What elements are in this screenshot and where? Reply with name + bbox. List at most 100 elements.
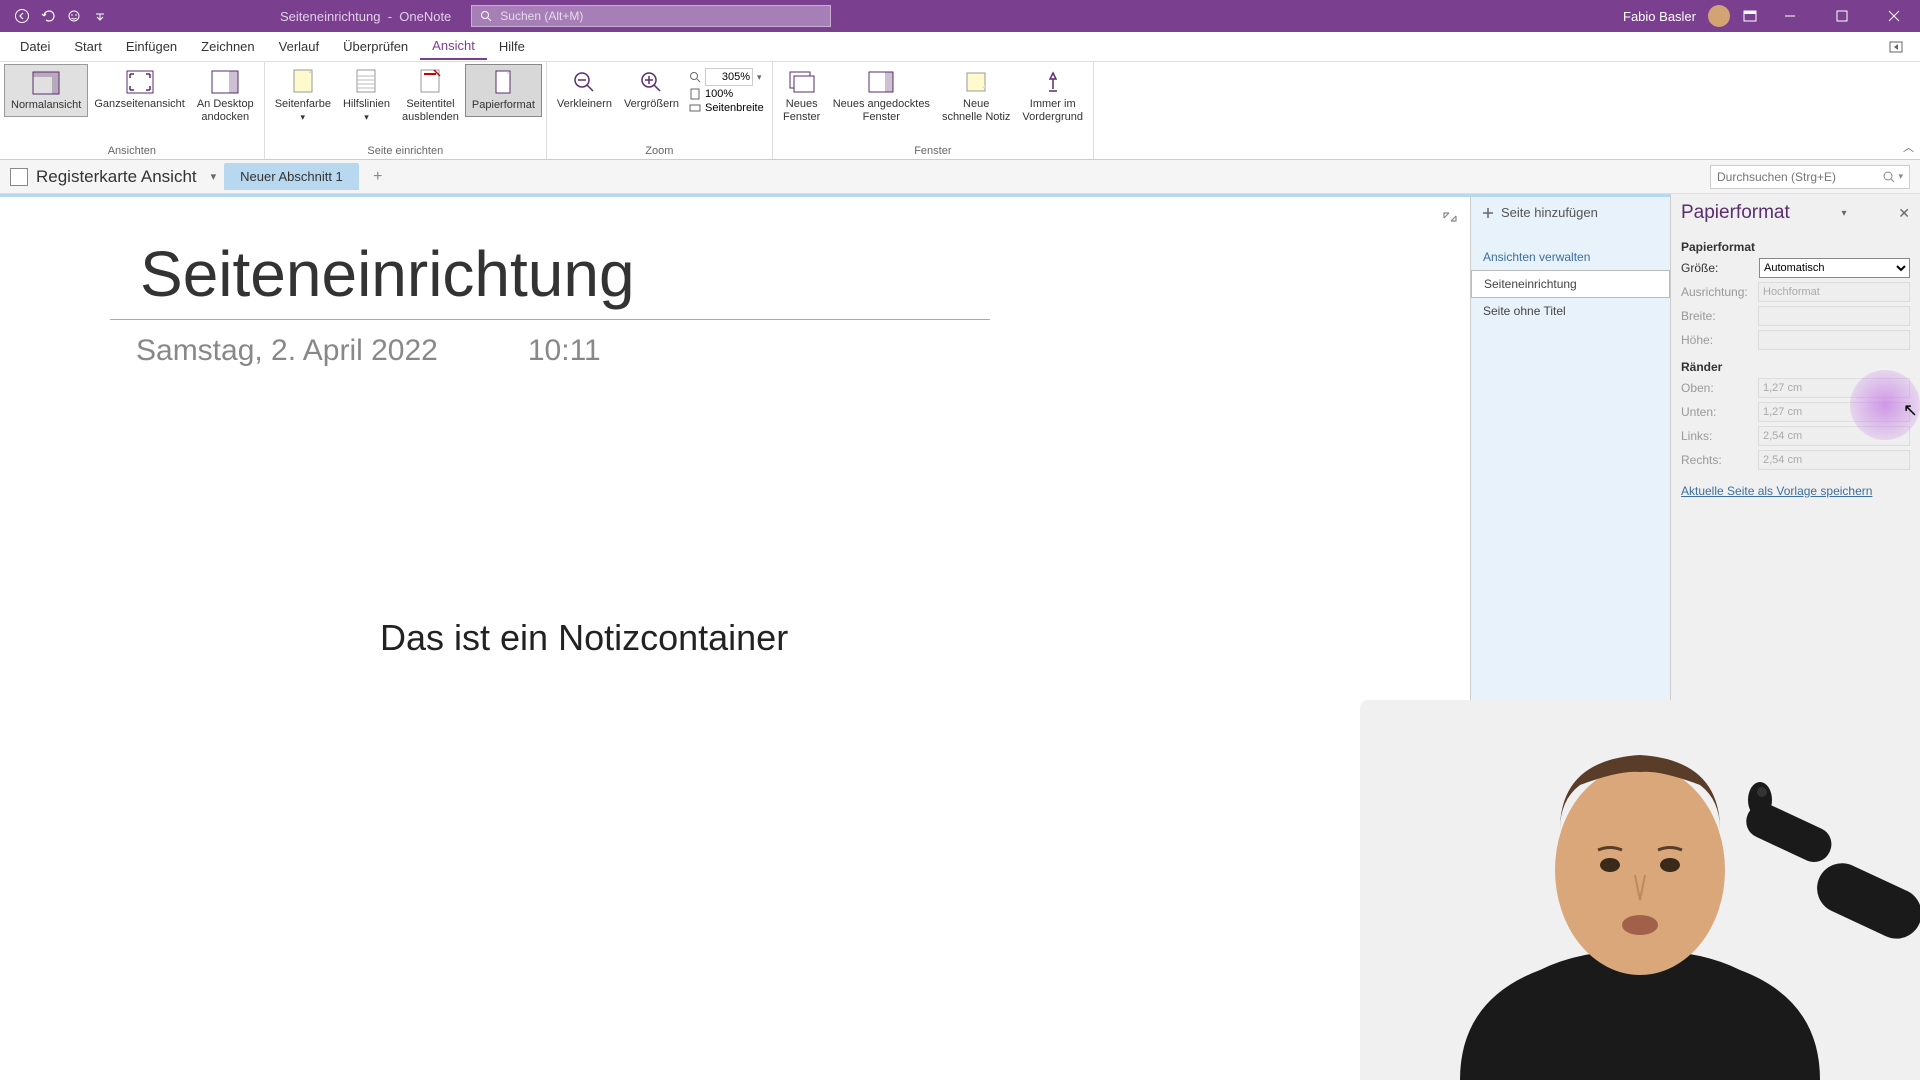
chevron-down-icon[interactable]: ▾	[1898, 171, 1903, 182]
undo-icon[interactable]	[40, 8, 56, 24]
document-title: Seiteneinrichtung - OneNote	[280, 9, 451, 24]
immer-im-vordergrund-button[interactable]: Immer im Vordergrund	[1016, 64, 1089, 128]
neue-schnelle-notiz-button[interactable]: Neue schnelle Notiz	[936, 64, 1016, 128]
zoom-100-button[interactable]: 100%	[689, 88, 764, 100]
add-section-button[interactable]: +	[367, 166, 389, 188]
plus-icon	[1481, 206, 1495, 220]
titlebar-center: Seiteneinrichtung - OneNote	[280, 5, 1180, 27]
share-button[interactable]	[1880, 35, 1912, 59]
width-input	[1758, 306, 1910, 326]
zoom-value-row[interactable]: ▾	[689, 68, 764, 86]
save-template-link[interactable]: Aktuelle Seite als Vorlage speichern	[1681, 484, 1910, 498]
paper-size-icon	[487, 69, 519, 97]
customize-qat-icon[interactable]	[92, 8, 108, 24]
menu-einfuegen[interactable]: Einfügen	[114, 34, 189, 59]
webcam-overlay	[1360, 700, 1920, 1080]
zoom-in-icon	[635, 68, 667, 96]
title-underline	[110, 319, 990, 320]
dock-icon	[209, 68, 241, 96]
right-input	[1758, 450, 1910, 470]
docked-window-icon	[865, 68, 897, 96]
search-input[interactable]	[500, 9, 822, 23]
dock-desktop-button[interactable]: An Desktop andocken	[191, 64, 260, 128]
notebook-name[interactable]: Registerkarte Ansicht	[36, 167, 203, 187]
bottom-label: Unten:	[1681, 405, 1758, 419]
ganzseitenansicht-button[interactable]: Ganzseitenansicht	[88, 64, 191, 115]
chevron-down-icon[interactable]: ▾	[757, 72, 762, 83]
orientation-label: Ausrichtung:	[1681, 285, 1758, 299]
date-time: Samstag, 2. April 2022 10:11	[136, 334, 1470, 368]
user-name[interactable]: Fabio Basler	[1623, 9, 1696, 24]
close-button[interactable]	[1874, 0, 1914, 32]
note-container[interactable]: Das ist ein Notizcontainer	[380, 617, 788, 659]
hide-title-icon	[414, 68, 446, 96]
notebook-dropdown-icon[interactable]: ▾	[211, 170, 217, 183]
page-item-seiteneinrichtung[interactable]: Seiteneinrichtung	[1471, 270, 1670, 298]
page-item-ansichten-verwalten[interactable]: Ansichten verwalten	[1471, 244, 1670, 270]
page-time[interactable]: 10:11	[528, 334, 601, 368]
neues-angedocktes-fenster-button[interactable]: Neues angedocktes Fenster	[827, 64, 936, 128]
zoom-width-button[interactable]: Seitenbreite	[689, 102, 764, 114]
canvas[interactable]: Seiteneinrichtung Samstag, 2. April 2022…	[0, 194, 1470, 1080]
pane-section-papierformat: Papierformat	[1681, 240, 1910, 254]
verkleinern-button[interactable]: Verkleinern	[551, 64, 618, 115]
menubar: Datei Start Einfügen Zeichnen Verlauf Üb…	[0, 32, 1920, 62]
titlebar: Seiteneinrichtung - OneNote Fabio Basler	[0, 0, 1920, 32]
expand-icon[interactable]	[1442, 209, 1458, 225]
section-tab[interactable]: Neuer Abschnitt 1	[224, 163, 359, 190]
papierformat-button[interactable]: Papierformat	[465, 64, 542, 117]
seitentitel-ausblenden-button[interactable]: Seitentitel ausblenden	[396, 64, 465, 128]
page-color-icon	[287, 68, 319, 96]
always-on-top-icon	[1037, 68, 1069, 96]
avatar[interactable]	[1708, 5, 1730, 27]
normalansicht-button[interactable]: Normalansicht	[4, 64, 88, 117]
hilfslinien-button[interactable]: Hilfslinien▾	[337, 64, 396, 128]
page-item-seite-ohne-titel[interactable]: Seite ohne Titel	[1471, 298, 1670, 324]
titlebar-right: Fabio Basler	[1623, 0, 1920, 32]
pane-section-raender: Ränder	[1681, 360, 1910, 374]
menu-hilfe[interactable]: Hilfe	[487, 34, 537, 59]
notebook-search-input[interactable]	[1717, 170, 1882, 184]
page-icon	[689, 88, 701, 100]
search-icon	[480, 10, 492, 22]
menu-verlauf[interactable]: Verlauf	[267, 34, 331, 59]
tabbar: Registerkarte Ansicht ▾ Neuer Abschnitt …	[0, 160, 1920, 194]
zoom-icon	[689, 71, 701, 83]
search-box[interactable]	[471, 5, 831, 27]
menu-ansicht[interactable]: Ansicht	[420, 33, 487, 60]
normal-view-icon	[30, 69, 62, 97]
new-window-icon	[786, 68, 818, 96]
menu-datei[interactable]: Datei	[8, 34, 62, 59]
vergroessern-button[interactable]: Vergrößern	[618, 64, 685, 115]
notebook-search[interactable]: ▾	[1710, 165, 1910, 189]
zoom-input[interactable]	[705, 68, 753, 86]
neues-fenster-button[interactable]: Neues Fenster	[777, 64, 827, 128]
pane-close-icon[interactable]: ✕	[1898, 205, 1910, 222]
maximize-button[interactable]	[1822, 0, 1862, 32]
width-label: Breite:	[1681, 309, 1758, 323]
page-title[interactable]: Seiteneinrichtung	[140, 237, 1470, 311]
left-label: Links:	[1681, 429, 1758, 443]
ribbon: Normalansicht Ganzseitenansicht An Deskt…	[0, 62, 1920, 160]
pane-dropdown-icon[interactable]: ▾	[1842, 208, 1847, 219]
menu-zeichnen[interactable]: Zeichnen	[189, 34, 266, 59]
touch-icon[interactable]	[66, 8, 82, 24]
menu-start[interactable]: Start	[62, 34, 113, 59]
rule-lines-icon	[350, 68, 382, 96]
minimize-button[interactable]	[1770, 0, 1810, 32]
zoom-out-icon	[568, 68, 600, 96]
back-icon[interactable]	[14, 8, 30, 24]
menu-ueberpruefen[interactable]: Überprüfen	[331, 34, 420, 59]
bottom-input	[1758, 402, 1910, 422]
quick-note-icon	[960, 68, 992, 96]
add-page-button[interactable]: Seite hinzufügen	[1471, 197, 1670, 228]
pane-header: Papierformat ▾ ✕	[1681, 202, 1910, 224]
width-icon	[689, 102, 701, 114]
orientation-input	[1758, 282, 1910, 302]
ribbon-display-icon[interactable]	[1742, 8, 1758, 24]
notebook-icon[interactable]	[10, 168, 28, 186]
collapse-ribbon-icon[interactable]: ︿	[1903, 139, 1914, 155]
size-select[interactable]: Automatisch	[1759, 258, 1910, 278]
seitenfarbe-button[interactable]: Seitenfarbe▾	[269, 64, 337, 128]
page-date[interactable]: Samstag, 2. April 2022	[136, 334, 438, 368]
